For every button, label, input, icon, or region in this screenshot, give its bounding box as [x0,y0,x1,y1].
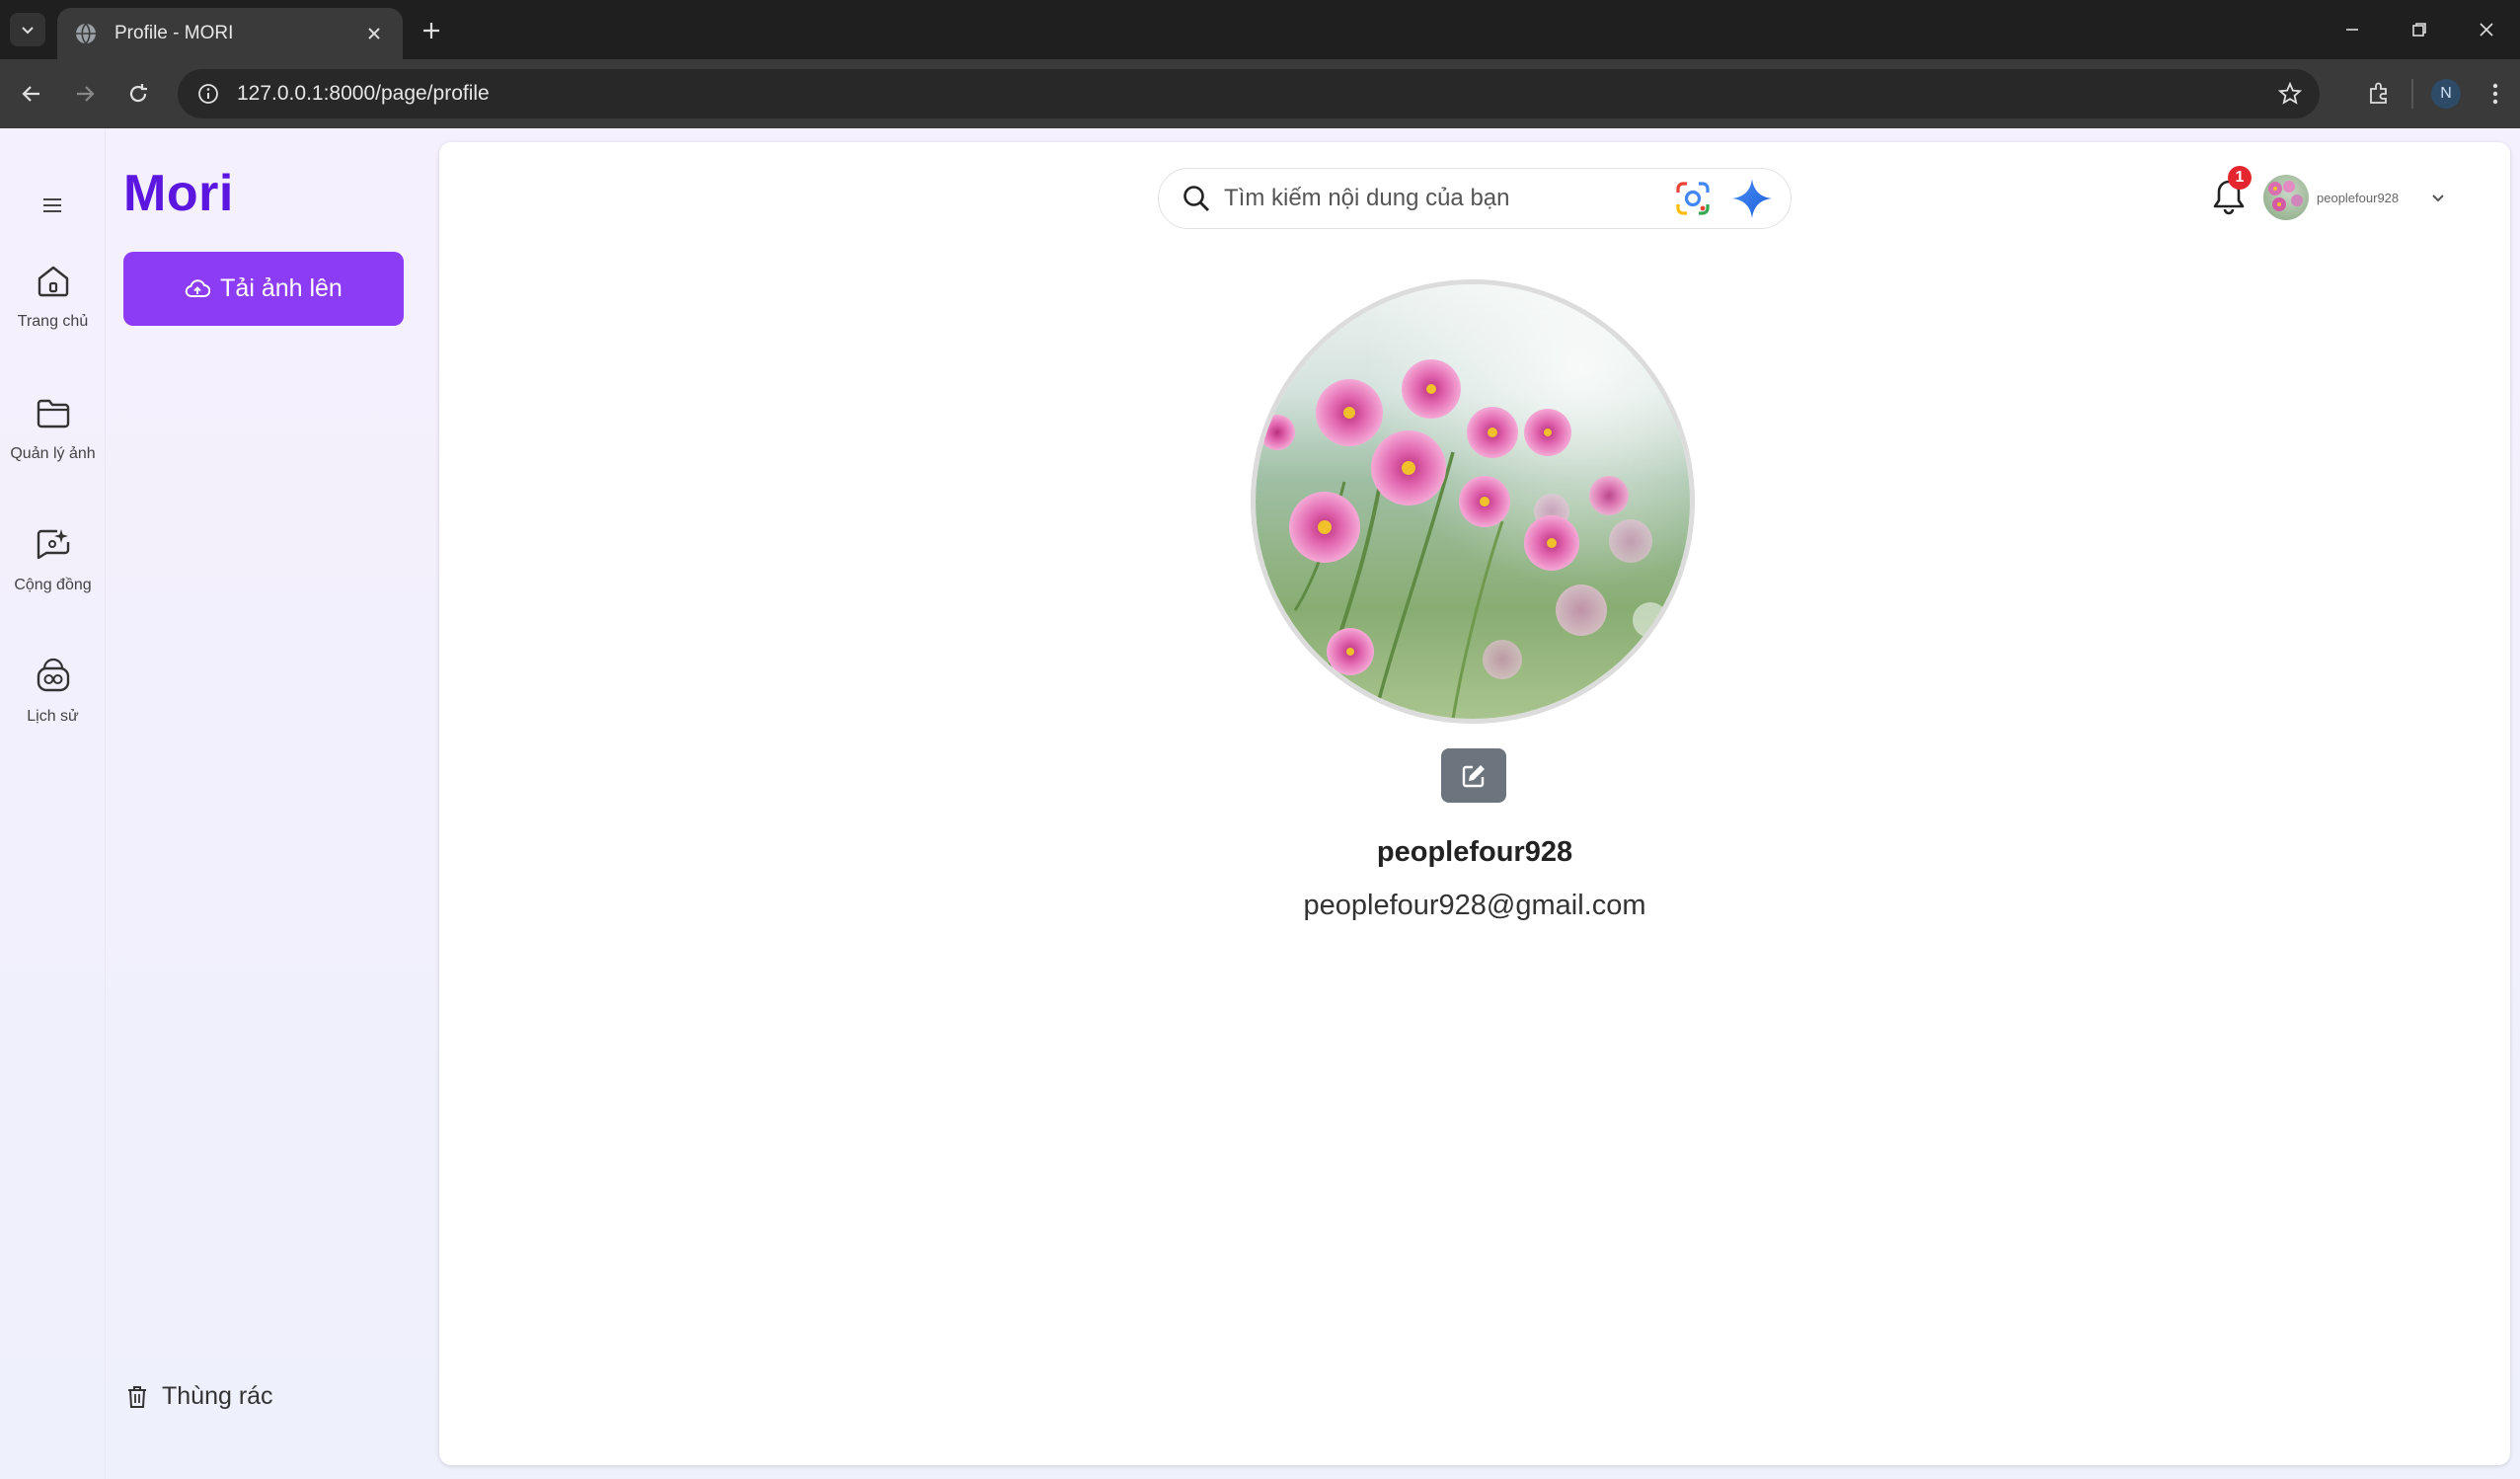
header-username: peoplefour928 [2317,190,2400,205]
restore-icon [2412,23,2426,37]
main-content: Tìm kiếm nội dung của bạn 1 peoplefour92… [439,142,2510,1465]
rail-label-history: Lịch sử [27,708,79,725]
browser-menu-button[interactable] [2471,69,2520,118]
plus-icon [423,23,439,39]
back-button[interactable] [12,74,51,114]
arrow-right-icon [77,86,95,102]
puzzle-icon [2370,82,2387,104]
browser-tabbar: Profile - MORI [0,0,2520,59]
profile-avatar: N [2431,79,2461,109]
tab-search-button[interactable] [10,13,45,46]
profile-avatar-image [1251,279,1695,724]
chevron-down-icon [2425,185,2451,210]
globe-icon [73,21,99,46]
notification-badge: 1 [2228,166,2252,190]
address-bar[interactable]: 127.0.0.1:8000/page/profile [178,69,2320,118]
toolbar-divider [2411,79,2413,109]
menu-toggle-button[interactable] [33,186,72,225]
close-window-button[interactable] [2453,0,2520,59]
rail-item-home[interactable]: Trang chủ [0,260,106,331]
sidebar-panel: Mori Tải ảnh lên Thùng rác [107,128,432,1479]
close-tab-icon[interactable] [361,21,387,46]
search-icon [1181,183,1212,214]
trash-icon [128,1385,146,1408]
chevron-down-icon [22,27,34,35]
rail-item-history[interactable]: Lịch sử [0,655,106,726]
app-root: Trang chủ Quản lý ảnh Cộng đồng Lịch sử … [0,128,2520,1479]
hamburger-icon [43,198,61,212]
browser-tab-active[interactable]: Profile - MORI [57,8,403,59]
user-avatar [2263,175,2309,220]
profile-button[interactable]: N [2421,69,2471,118]
browser-toolbar: 127.0.0.1:8000/page/profile N [0,59,2520,128]
profile-email: peoplefour928@gmail.com [1303,890,1646,921]
restore-button[interactable] [2386,0,2453,59]
minimize-icon [2346,29,2358,31]
kebab-menu-icon [2492,83,2498,105]
extensions-button[interactable] [2354,69,2404,118]
bookmark-star-icon[interactable] [2270,74,2310,114]
rail-label-community: Cộng đồng [14,577,92,593]
upload-button-label: Tải ảnh lên [220,274,343,302]
rail-item-photo-management[interactable]: Quản lý ảnh [0,392,106,463]
app-logo[interactable]: Mori [123,164,234,223]
notification-button[interactable]: 1 [2206,166,2252,221]
cloud-upload-icon [185,278,211,297]
edit-icon [1462,764,1485,787]
rail-label-photo-management: Quản lý ảnh [10,445,96,462]
search-input[interactable]: Tìm kiếm nội dung của bạn [1224,185,1672,212]
edit-profile-button[interactable] [1441,748,1506,803]
history-icon [32,655,75,698]
rail-label-home: Trang chủ [17,313,89,330]
rail-item-community[interactable]: Cộng đồng [0,523,106,594]
close-icon [2480,23,2493,37]
user-menu[interactable]: peoplefour928 [2263,175,2451,220]
reload-icon [129,84,147,103]
trash-label: Thùng rác [162,1382,273,1410]
reload-button[interactable] [118,74,158,114]
home-icon [32,260,75,303]
search-bar[interactable]: Tìm kiếm nội dung của bạn [1158,168,1792,229]
ai-sparkle-icon[interactable] [1729,176,1775,221]
url-text[interactable]: 127.0.0.1:8000/page/profile [237,82,2270,106]
upload-button[interactable]: Tải ảnh lên [123,252,404,326]
new-tab-button[interactable] [415,14,448,47]
image-search-lens-icon[interactable] [1672,178,1714,219]
minimize-button[interactable] [2319,0,2386,59]
site-info-icon[interactable] [191,77,225,111]
arrow-left-icon [22,86,39,102]
profile-username: peoplefour928 [1376,836,1573,868]
folder-icon [32,392,75,435]
forward-button[interactable] [65,74,105,114]
trash-link[interactable]: Thùng rác [126,1382,273,1411]
community-icon [32,523,75,567]
icon-rail: Trang chủ Quản lý ảnh Cộng đồng Lịch sử [0,128,106,1479]
tab-title: Profile - MORI [115,23,234,43]
